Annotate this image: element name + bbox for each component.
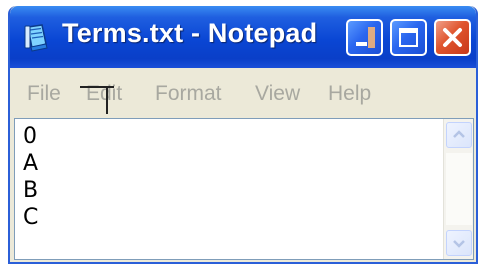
title-bar[interactable]: Terms.txt - Notepad [10,6,476,68]
scrollbar-track[interactable] [446,153,472,225]
minimize-button[interactable] [346,19,383,56]
maximize-icon [399,28,418,47]
text-editor[interactable]: 0 A B C [14,118,474,260]
maximize-button[interactable] [390,19,427,56]
notepad-icon [24,24,48,52]
menu-help[interactable]: Help [328,82,371,106]
notepad-window: Terms.txt - Notepad File Edit Format Vie… [8,6,478,264]
menu-file[interactable]: File [27,82,61,106]
editor-content[interactable]: 0 A B C [23,123,38,231]
text-line: B [23,178,39,203]
text-cursor-marker [80,86,114,114]
vertical-scrollbar[interactable] [443,119,473,259]
scroll-up-arrow-icon [453,130,465,138]
text-line: A [23,151,39,176]
text-line: 0 [23,124,37,149]
close-icon [443,28,462,47]
window-title: Terms.txt - Notepad [62,18,318,48]
close-button[interactable] [434,19,471,56]
minimize-icon [356,27,375,48]
scroll-down-arrow-icon [453,240,465,248]
scroll-up-button[interactable] [446,122,472,148]
menu-view[interactable]: View [255,82,300,106]
text-line: C [23,205,39,230]
scroll-down-button[interactable] [446,230,472,256]
menu-format[interactable]: Format [155,82,222,106]
